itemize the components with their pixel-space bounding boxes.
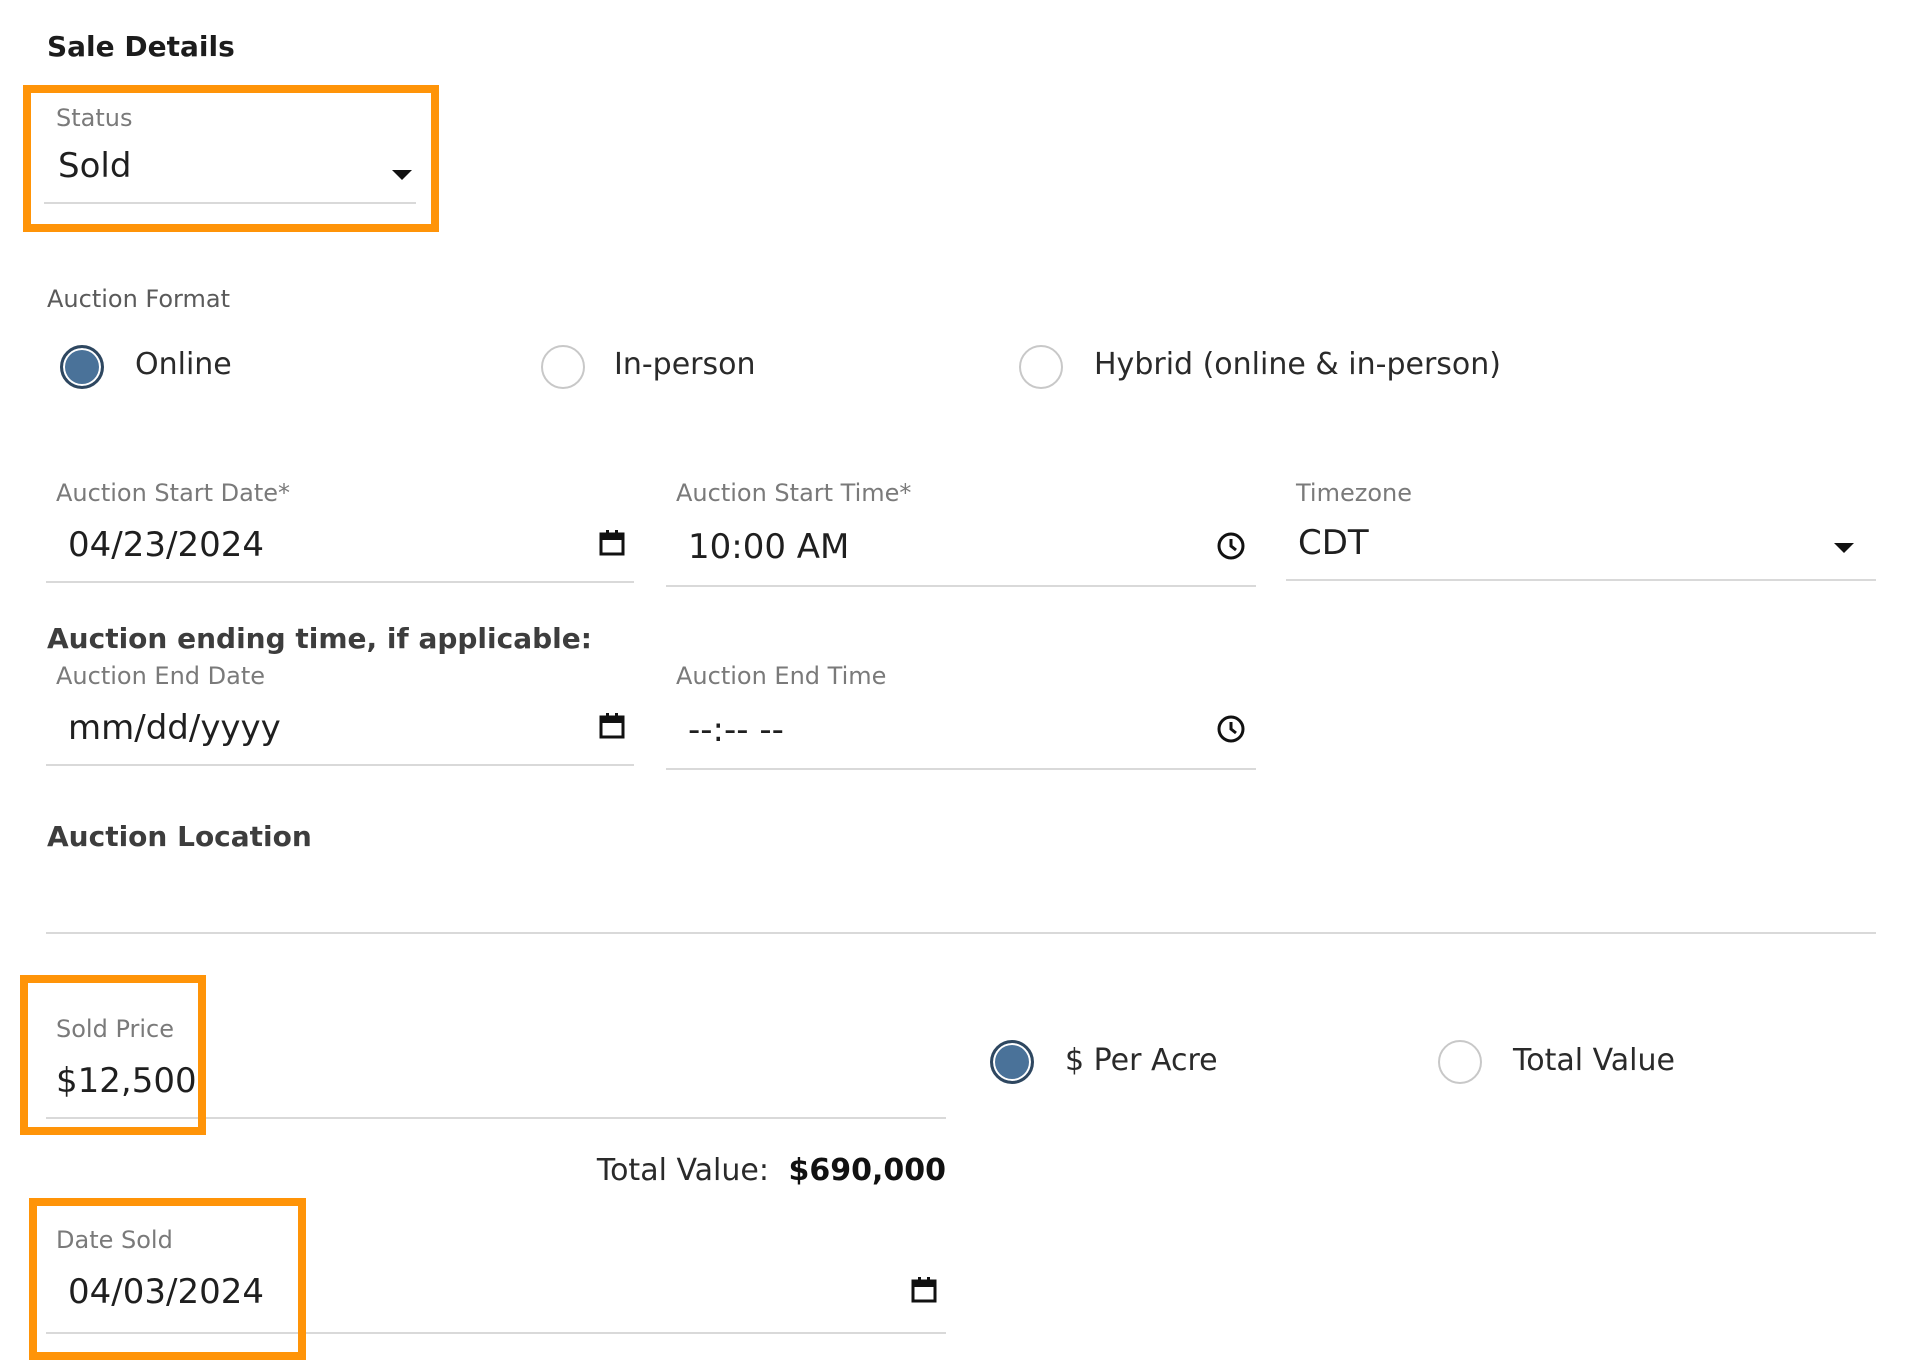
radio-in-person-label: In-person <box>614 347 756 382</box>
radio-total-value-circle[interactable] <box>1438 1040 1482 1084</box>
auction-end-time-label: Auction End Time <box>676 662 887 690</box>
auction-location-label: Auction Location <box>47 820 312 853</box>
auction-start-date-label: Auction Start Date* <box>56 479 291 507</box>
radio-hybrid-circle[interactable] <box>1019 345 1063 389</box>
radio-online-circle[interactable] <box>60 345 104 389</box>
radio-total-value[interactable]: Total Value <box>1438 1037 1738 1087</box>
radio-in-person[interactable]: In-person <box>541 342 841 389</box>
radio-per-acre-label: $ Per Acre <box>1065 1043 1218 1078</box>
auction-format-label: Auction Format <box>47 285 230 313</box>
clock-icon[interactable] <box>1216 714 1246 744</box>
radio-hybrid[interactable]: Hybrid (online & in-person) <box>1019 342 1539 389</box>
auction-end-heading: Auction ending time, if applicable: <box>47 622 592 655</box>
radio-in-person-circle[interactable] <box>541 345 585 389</box>
radio-per-acre-circle[interactable] <box>990 1040 1034 1084</box>
radio-total-value-label: Total Value <box>1513 1043 1675 1078</box>
timezone-select[interactable]: Timezone CDT <box>1286 475 1876 581</box>
total-value-label: Total Value: <box>596 1153 769 1188</box>
status-highlight <box>23 85 439 232</box>
auction-start-time-value: 10:00 AM <box>688 527 850 567</box>
auction-start-time-field[interactable]: Auction Start Time* 10:00 AM <box>666 475 1256 587</box>
total-value-amount: $690,000 <box>788 1153 946 1188</box>
sold-price-highlight <box>20 975 206 1135</box>
auction-end-date-placeholder: mm/dd/yyyy <box>68 708 281 748</box>
caret-down-icon <box>1834 543 1854 553</box>
timezone-value: CDT <box>1298 523 1369 563</box>
total-value-summary: Total Value: $690,000 <box>560 1153 946 1197</box>
auction-start-date-field[interactable]: Auction Start Date* 04/23/2024 <box>46 475 634 585</box>
radio-online-label: Online <box>135 347 232 382</box>
radio-hybrid-label: Hybrid (online & in-person) <box>1094 347 1501 382</box>
calendar-icon[interactable] <box>598 529 626 557</box>
auction-end-date-label: Auction End Date <box>56 662 266 690</box>
date-sold-highlight <box>29 1198 306 1360</box>
radio-online[interactable]: Online <box>58 342 298 389</box>
calendar-icon[interactable] <box>910 1276 938 1304</box>
timezone-label: Timezone <box>1296 479 1412 507</box>
auction-end-time-field[interactable]: Auction End Time --:-- -- <box>666 658 1256 770</box>
clock-icon[interactable] <box>1216 531 1246 561</box>
auction-end-time-placeholder: --:-- -- <box>688 710 784 750</box>
calendar-icon[interactable] <box>598 712 626 740</box>
auction-start-time-label: Auction Start Time* <box>676 479 912 507</box>
auction-location-input[interactable] <box>46 866 1876 934</box>
radio-per-acre[interactable]: $ Per Acre <box>988 1037 1288 1087</box>
section-title: Sale Details <box>47 30 235 63</box>
auction-start-date-value: 04/23/2024 <box>68 525 264 565</box>
auction-end-date-field[interactable]: Auction End Date mm/dd/yyyy <box>46 658 634 768</box>
